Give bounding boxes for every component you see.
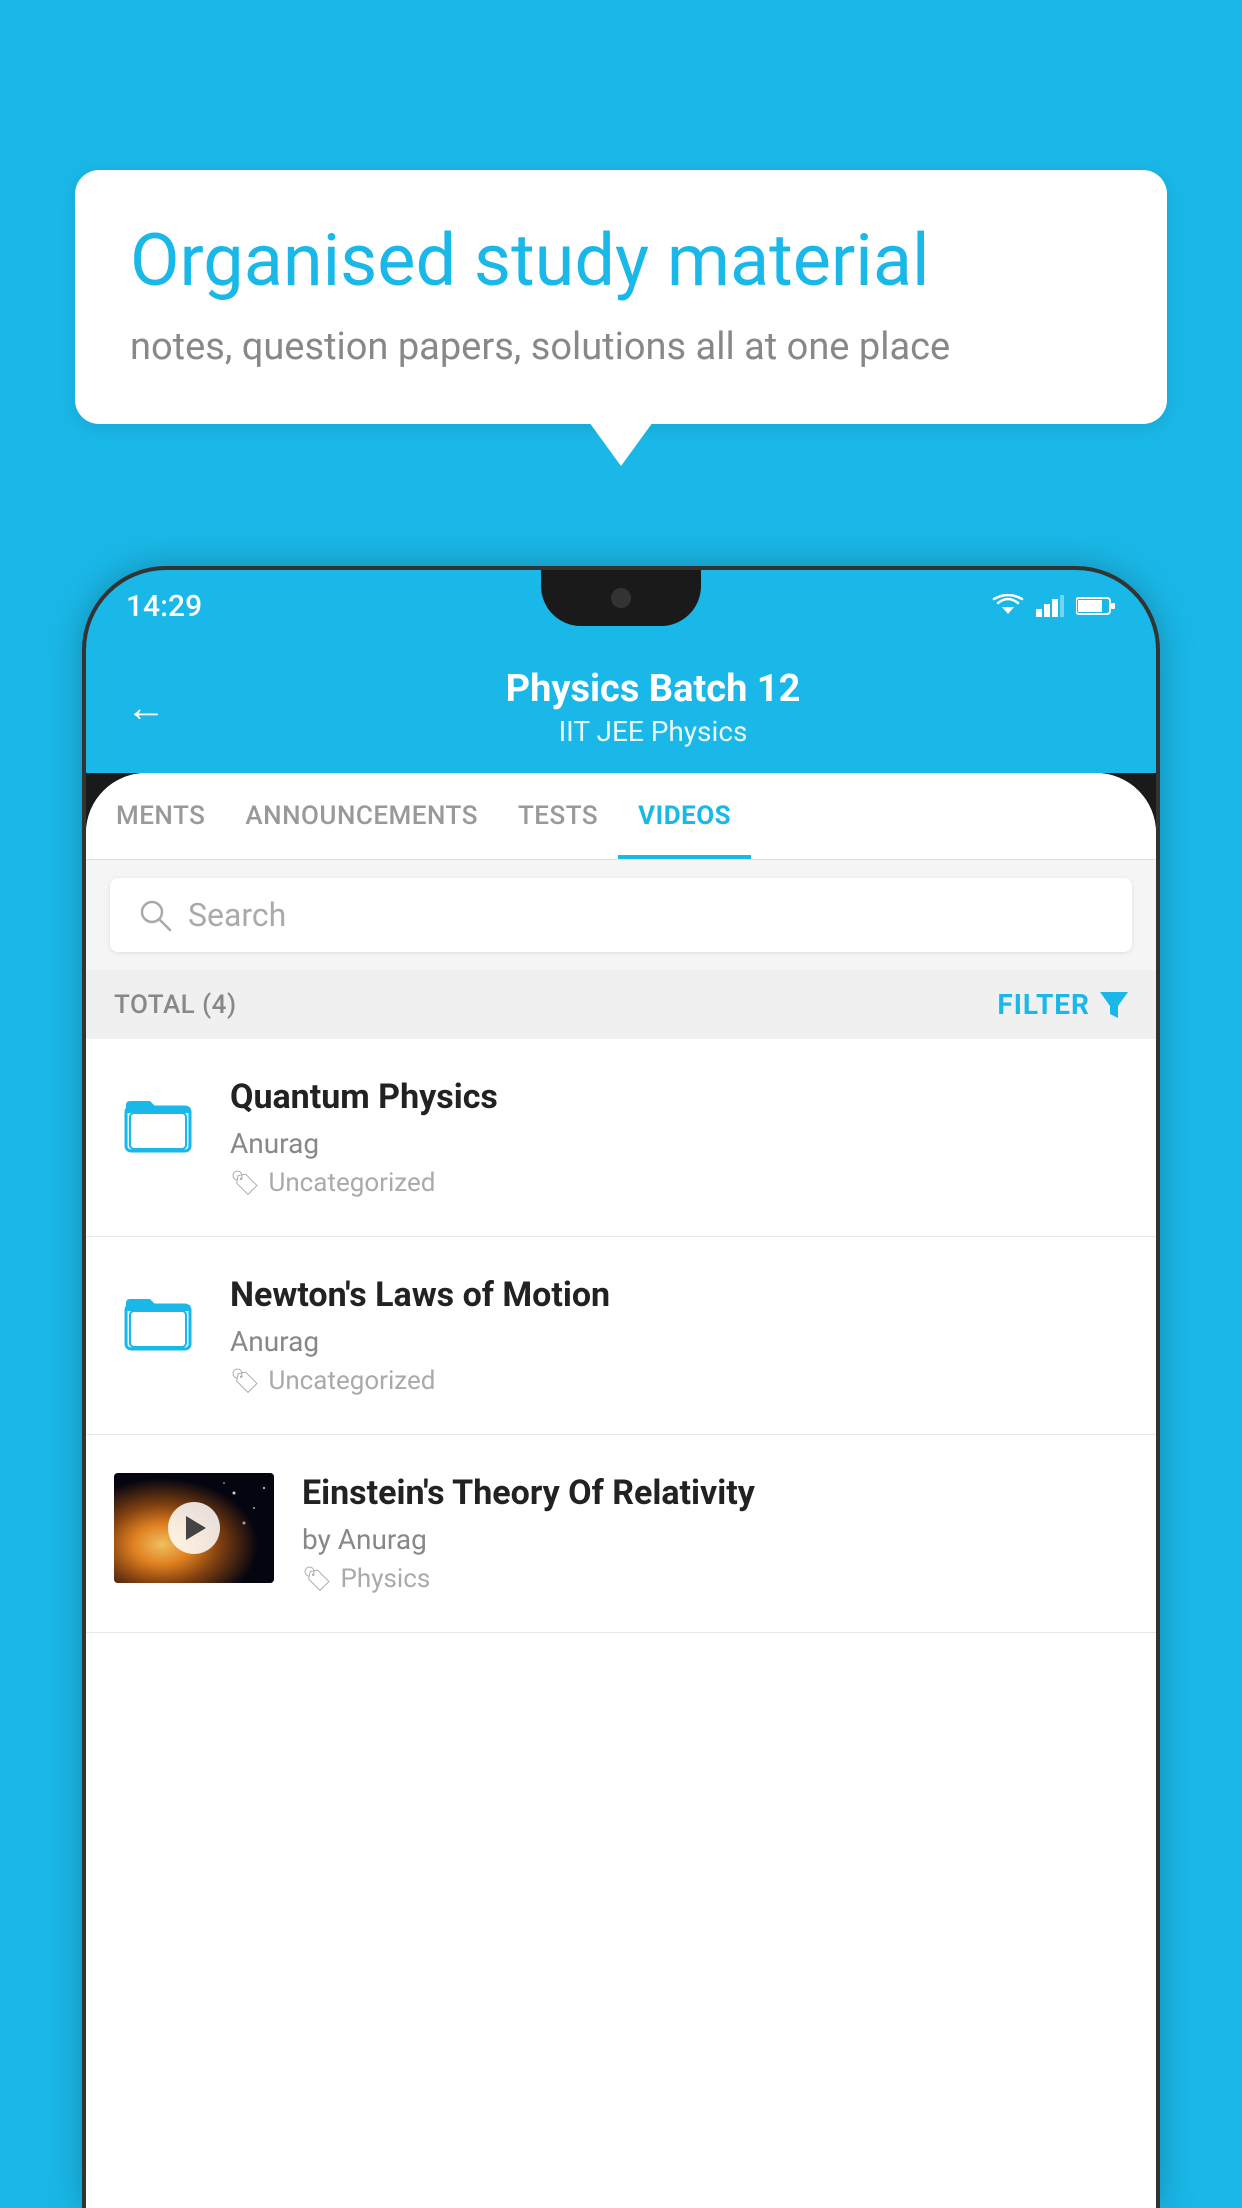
phone-inner: MENTS ANNOUNCEMENTS TESTS VIDEOS Search xyxy=(86,773,1156,2208)
play-triangle-icon xyxy=(186,1516,206,1540)
tab-videos[interactable]: VIDEOS xyxy=(618,773,751,859)
signal-icon xyxy=(1036,595,1064,617)
filter-button[interactable]: FILTER xyxy=(997,988,1128,1021)
video-tag-row: 🏷 Uncategorized xyxy=(230,1366,1128,1396)
video-tag: Uncategorized xyxy=(268,1366,435,1396)
battery-icon xyxy=(1076,596,1116,616)
video-author: by Anurag xyxy=(302,1523,1128,1556)
camera-dot xyxy=(611,588,631,608)
list-item[interactable]: Newton's Laws of Motion Anurag 🏷 Uncateg… xyxy=(86,1237,1156,1435)
tag-icon: 🏷 xyxy=(302,1565,332,1593)
phone-frame: 14:29 xyxy=(86,570,1156,2208)
search-icon xyxy=(138,898,172,932)
search-bar: Search xyxy=(86,860,1156,970)
play-button[interactable] xyxy=(168,1502,220,1554)
speech-bubble-heading: Organised study material xyxy=(130,220,1112,303)
folder-icon-2 xyxy=(114,1275,202,1363)
header-title-section: Physics Batch 12 IIT JEE Physics xyxy=(190,667,1116,748)
video-info-3: Einstein's Theory Of Relativity by Anura… xyxy=(302,1473,1128,1594)
speech-bubble: Organised study material notes, question… xyxy=(75,170,1167,424)
video-author: Anurag xyxy=(230,1127,1128,1160)
tag-icon: 🏷 xyxy=(230,1169,260,1197)
back-button[interactable]: ← xyxy=(126,684,166,731)
folder-icon xyxy=(122,1283,194,1355)
notch xyxy=(541,570,701,626)
header-title: Physics Batch 12 xyxy=(190,667,1116,711)
video-list: Quantum Physics Anurag 🏷 Uncategorized xyxy=(86,1039,1156,1633)
video-title: Einstein's Theory Of Relativity xyxy=(302,1473,1128,1513)
folder-icon xyxy=(122,1085,194,1157)
tabs-bar: MENTS ANNOUNCEMENTS TESTS VIDEOS xyxy=(86,773,1156,860)
tab-announcements[interactable]: ANNOUNCEMENTS xyxy=(225,773,498,859)
video-tag: Physics xyxy=(340,1564,430,1594)
header-subtitle: IIT JEE Physics xyxy=(190,715,1116,748)
video-info-2: Newton's Laws of Motion Anurag 🏷 Uncateg… xyxy=(230,1275,1128,1396)
total-count-label: TOTAL (4) xyxy=(114,990,237,1020)
status-bar: 14:29 xyxy=(86,570,1156,642)
filter-funnel-icon xyxy=(1100,992,1128,1018)
filter-bar: TOTAL (4) FILTER xyxy=(86,970,1156,1039)
wifi-icon xyxy=(992,594,1024,618)
folder-icon-1 xyxy=(114,1077,202,1165)
list-item[interactable]: Einstein's Theory Of Relativity by Anura… xyxy=(86,1435,1156,1633)
speech-bubble-subtext: notes, question papers, solutions all at… xyxy=(130,325,1112,369)
tab-tests[interactable]: TESTS xyxy=(498,773,618,859)
video-info-1: Quantum Physics Anurag 🏷 Uncategorized xyxy=(230,1077,1128,1198)
status-time: 14:29 xyxy=(126,589,202,624)
search-placeholder: Search xyxy=(188,896,286,934)
video-tag-row: 🏷 Physics xyxy=(302,1564,1128,1594)
tag-icon: 🏷 xyxy=(230,1367,260,1395)
video-title: Newton's Laws of Motion xyxy=(230,1275,1128,1315)
thumbnail-bg xyxy=(114,1473,274,1583)
app-header: ← Physics Batch 12 IIT JEE Physics xyxy=(86,642,1156,773)
video-thumbnail xyxy=(114,1473,274,1583)
video-tag-row: 🏷 Uncategorized xyxy=(230,1168,1128,1198)
list-item[interactable]: Quantum Physics Anurag 🏷 Uncategorized xyxy=(86,1039,1156,1237)
status-icons xyxy=(992,594,1116,618)
video-author: Anurag xyxy=(230,1325,1128,1358)
tab-ments[interactable]: MENTS xyxy=(96,773,225,859)
video-tag: Uncategorized xyxy=(268,1168,435,1198)
video-title: Quantum Physics xyxy=(230,1077,1128,1117)
search-input-wrapper[interactable]: Search xyxy=(110,878,1132,952)
